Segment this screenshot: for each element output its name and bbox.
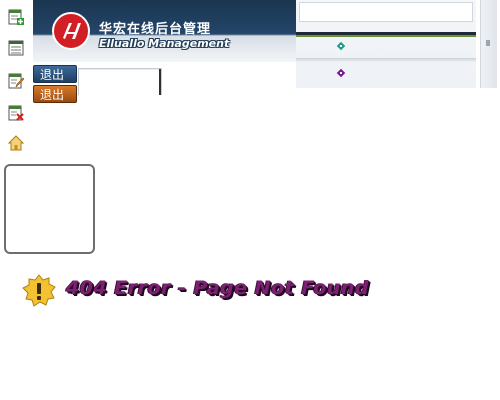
exit-button-secondary[interactable]: 退出 (33, 85, 77, 103)
exit-button-primary[interactable]: 退出 (33, 65, 77, 83)
tab-shadow (159, 69, 161, 95)
error-message: 404 Error - Page Not Found (66, 277, 370, 299)
home-icon[interactable] (8, 135, 24, 151)
content-frame (4, 164, 95, 254)
diamond-bullet-icon (336, 41, 346, 51)
info-panel-box (299, 2, 473, 22)
scrollbar-grip[interactable] (486, 40, 490, 46)
brand-logo-icon (52, 12, 90, 50)
edit-document-icon[interactable] (8, 73, 24, 89)
panel-divider (296, 58, 476, 62)
brand-title-cn: 华宏在线后台管理 (99, 22, 212, 37)
info-panel (296, 0, 476, 88)
list-window-icon[interactable] (8, 40, 24, 56)
header-banner: 华宏在线后台管理 Elluallo Management (33, 0, 297, 62)
brand-title-en: Elluallo Management (99, 37, 230, 50)
content-tab[interactable] (78, 68, 162, 95)
panel-divider-accent (296, 35, 476, 37)
diamond-bullet-icon (336, 68, 346, 78)
warning-badge-icon (22, 274, 56, 307)
add-document-icon[interactable] (8, 9, 24, 25)
delete-document-icon[interactable] (8, 105, 24, 121)
